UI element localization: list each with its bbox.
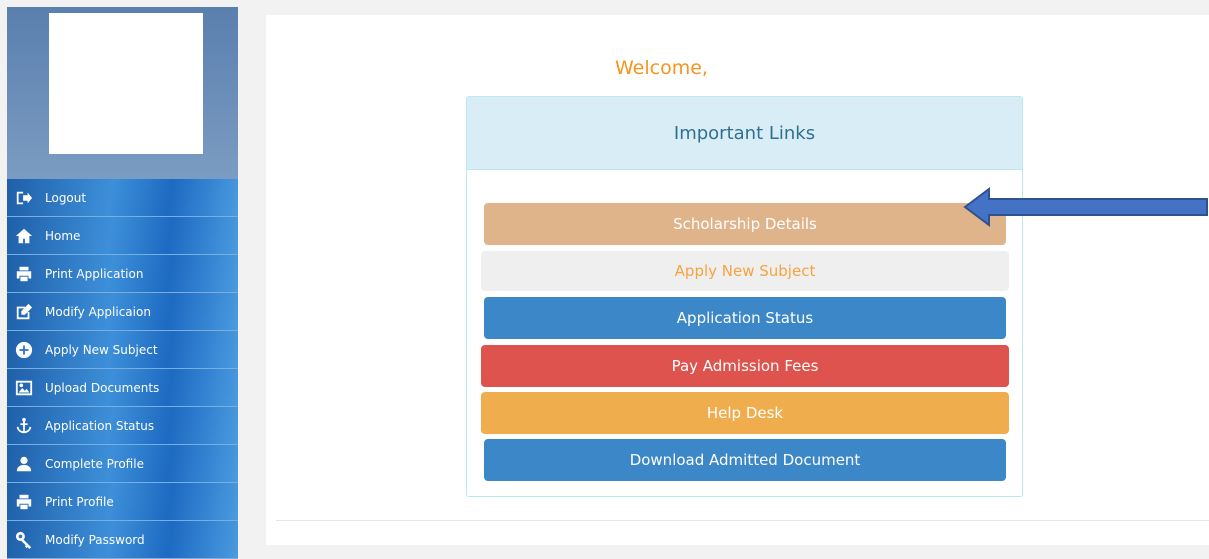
sidebar-item-label: Application Status (45, 418, 155, 433)
sidebar-item-label: Print Profile (45, 494, 114, 509)
printer-icon (13, 264, 35, 284)
sidebar-item-label: Complete Profile (45, 456, 144, 471)
sidebar-item-apply-new-subject[interactable]: Apply New Subject (7, 331, 238, 369)
sidebar-item-upload-documents[interactable]: Upload Documents (7, 369, 238, 407)
sidebar: Logout Home Print Application Modify App… (7, 7, 238, 559)
plus-circle-icon (13, 340, 35, 360)
user-icon (13, 454, 35, 474)
image-icon (13, 378, 35, 398)
sidebar-item-complete-profile[interactable]: Complete Profile (7, 445, 238, 483)
apply-new-subject-button[interactable]: Apply New Subject (481, 251, 1009, 291)
download-admitted-document-button[interactable]: Download Admitted Document (484, 439, 1006, 481)
sidebar-item-label: Modify Password (45, 532, 145, 547)
sidebar-item-home[interactable]: Home (7, 217, 238, 255)
sidebar-item-logout[interactable]: Logout (7, 179, 238, 217)
key-icon (13, 530, 35, 550)
sidebar-item-application-status[interactable]: Application Status (7, 407, 238, 445)
sidebar-item-label: Apply New Subject (45, 342, 158, 357)
left-arrow-annotation-icon (963, 187, 1208, 227)
sidebar-item-label: Home (45, 228, 81, 243)
sidebar-item-print-application[interactable]: Print Application (7, 255, 238, 293)
main-content: Welcome, Important Links Scholarship Det… (266, 15, 1209, 545)
sidebar-item-modify-password[interactable]: Modify Password (7, 521, 238, 559)
anchor-icon (13, 416, 35, 436)
pay-admission-fees-button[interactable]: Pay Admission Fees (481, 345, 1009, 387)
divider (276, 520, 1209, 521)
scholarship-details-button[interactable]: Scholarship Details (484, 203, 1006, 245)
edit-icon (13, 302, 35, 322)
panel-title: Important Links (467, 97, 1022, 170)
logout-icon (13, 188, 35, 208)
profile-photo (49, 13, 203, 154)
sidebar-item-label: Print Application (45, 266, 144, 281)
important-links-panel: Important Links Scholarship Details Appl… (466, 96, 1023, 497)
printer-icon (13, 492, 35, 512)
sidebar-nav: Logout Home Print Application Modify App… (7, 179, 238, 559)
sidebar-header (7, 7, 238, 179)
sidebar-item-label: Upload Documents (45, 380, 160, 395)
sidebar-item-print-profile[interactable]: Print Profile (7, 483, 238, 521)
sidebar-item-label: Logout (45, 190, 87, 205)
help-desk-button[interactable]: Help Desk (481, 392, 1009, 434)
application-status-button[interactable]: Application Status (484, 297, 1006, 339)
welcome-heading: Welcome, (615, 57, 708, 79)
sidebar-item-modify-application[interactable]: Modify Applicaion (7, 293, 238, 331)
home-icon (13, 226, 35, 246)
sidebar-item-label: Modify Applicaion (45, 304, 151, 319)
